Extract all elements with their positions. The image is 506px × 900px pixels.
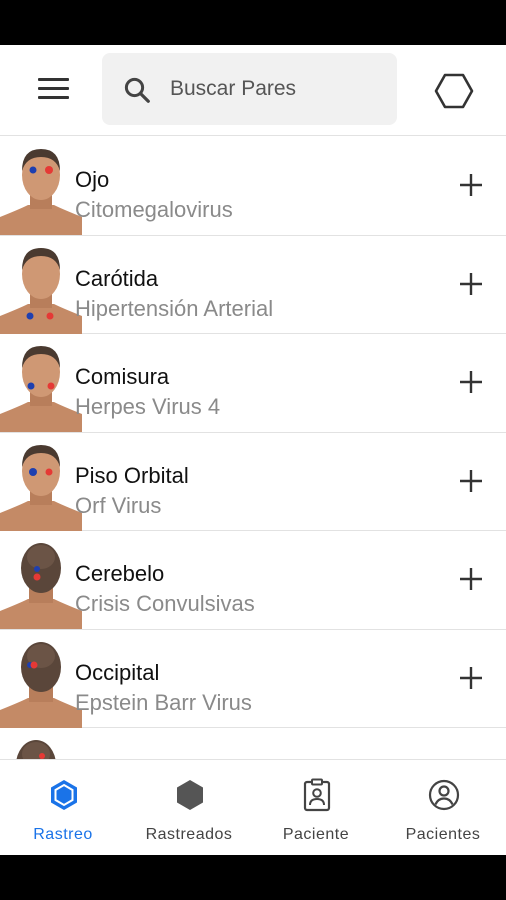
item-title: Ojo — [75, 167, 110, 192]
head-back-thumbnail — [0, 641, 82, 728]
item-subtitle: Hipertensión Arterial — [75, 295, 274, 321]
pairs-list: Ojo Citomegalovirus Carótida Hipertensió… — [0, 137, 506, 790]
app-screen: Ojo Citomegalovirus Carótida Hipertensió… — [0, 45, 506, 855]
head-back-thumbnail — [0, 543, 82, 629]
head-front-thumbnail — [0, 149, 82, 235]
nav-label: Rastreo — [33, 826, 93, 843]
list-item[interactable]: Piso Orbital Orf Virus — [0, 432, 506, 531]
item-title: Comisura — [75, 364, 170, 389]
plus-icon[interactable] — [454, 168, 488, 202]
nav-label: Paciente — [282, 826, 350, 843]
nav-label: Rastreados — [145, 826, 233, 843]
top-bar — [0, 45, 506, 136]
list-item[interactable]: Carótida Hipertensión Arterial — [0, 235, 506, 334]
nav-pacientes[interactable]: Pacientes — [380, 760, 506, 855]
nav-rastreados[interactable]: Rastreados — [126, 760, 252, 855]
nav-paciente[interactable]: Paciente — [253, 760, 379, 855]
item-subtitle: Epstein Barr Virus — [75, 689, 252, 715]
plus-icon[interactable] — [454, 661, 488, 695]
search-bar[interactable] — [102, 53, 397, 125]
hexagon-filled-icon — [51, 780, 77, 810]
item-title: Piso Orbital — [75, 462, 189, 488]
plus-icon[interactable] — [454, 267, 488, 301]
item-title: Cerebelo — [75, 561, 165, 586]
head-front-thumbnail — [0, 346, 82, 432]
item-subtitle: Crisis Convulsivas — [75, 591, 255, 616]
list-item[interactable]: Occipital Epstein Barr Virus — [0, 629, 506, 728]
clipboard-user-icon — [303, 778, 331, 812]
search-icon — [124, 77, 150, 103]
hexagon-filled-icon — [177, 780, 203, 810]
search-input[interactable] — [170, 73, 380, 105]
plus-icon[interactable] — [454, 464, 488, 498]
item-subtitle: Citomegalovirus — [75, 197, 233, 222]
nav-label: Pacientes — [405, 826, 481, 843]
account-circle-icon — [428, 779, 460, 811]
list-item[interactable]: Comisura Herpes Virus 4 — [0, 334, 506, 433]
plus-icon[interactable] — [454, 365, 488, 399]
menu-icon[interactable] — [38, 78, 69, 102]
plus-icon[interactable] — [454, 562, 488, 596]
list-item[interactable]: Ojo Citomegalovirus — [0, 137, 506, 236]
item-subtitle: Orf Virus — [75, 492, 162, 518]
head-front-thumbnail — [0, 247, 82, 334]
hexagon-outline-icon[interactable] — [434, 71, 474, 111]
item-title: Carótida — [75, 265, 159, 291]
list-item[interactable]: Cerebelo Crisis Convulsivas — [0, 531, 506, 630]
item-title: Occipital — [75, 659, 160, 685]
head-front-thumbnail — [0, 444, 82, 531]
nav-rastreo[interactable]: Rastreo — [0, 760, 126, 855]
item-subtitle: Herpes Virus 4 — [75, 394, 221, 419]
bottom-navigation: Rastreo Rastreados Paciente Pacientes — [0, 759, 506, 855]
